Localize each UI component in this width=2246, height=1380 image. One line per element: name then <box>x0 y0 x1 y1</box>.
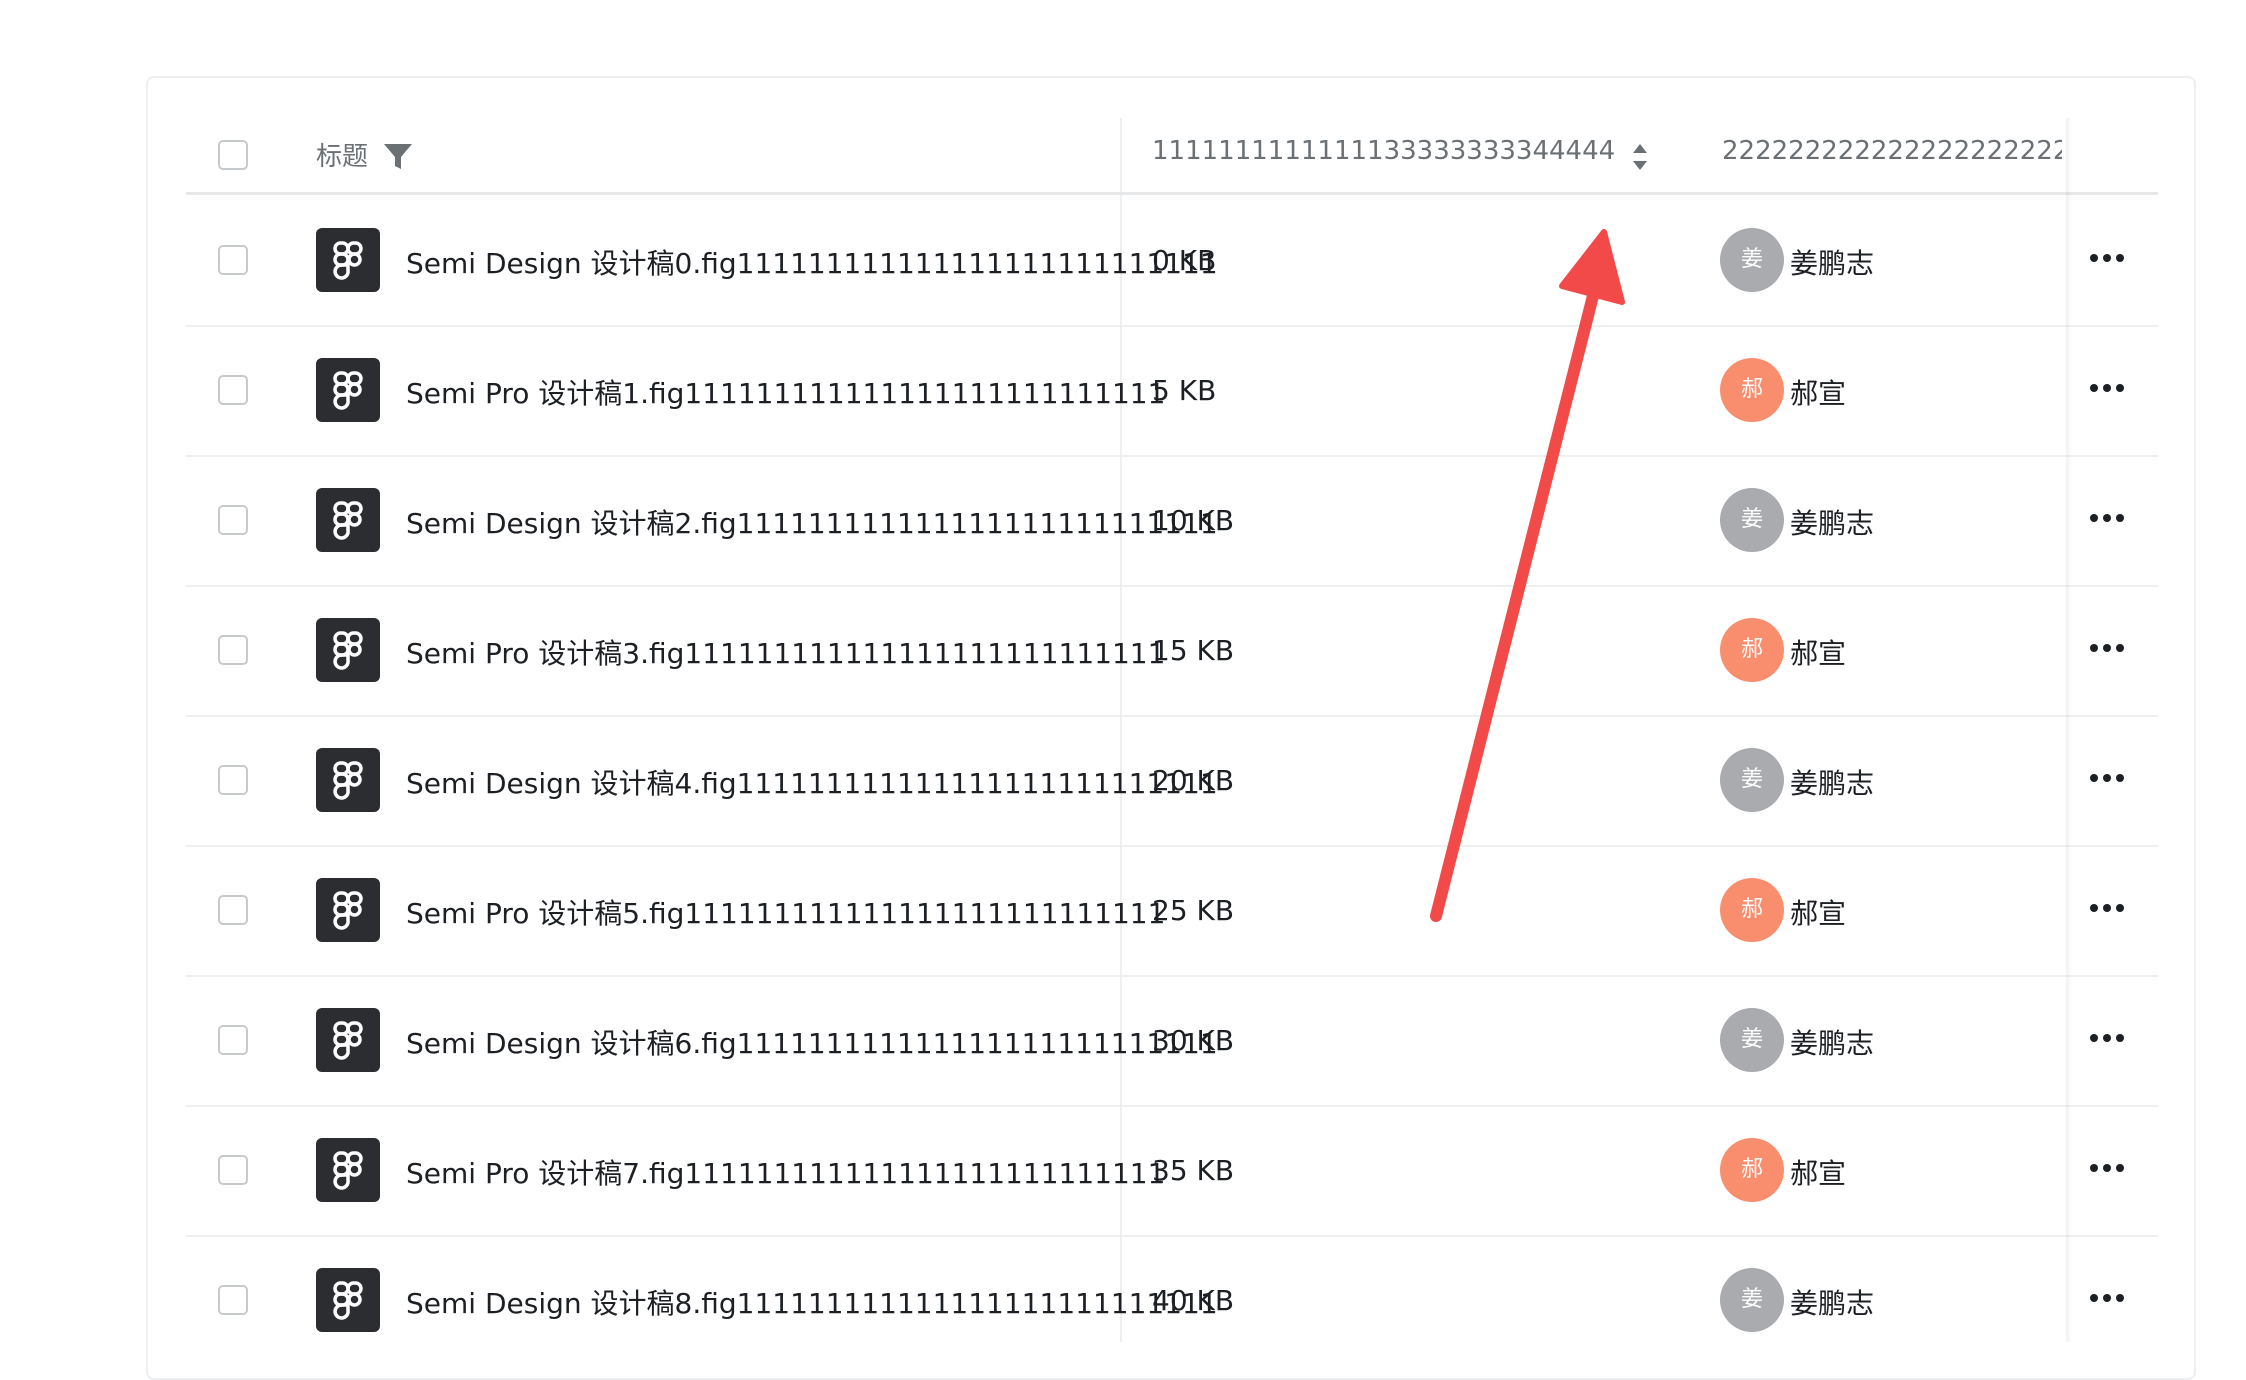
title-column-header: 标题 <box>316 142 369 172</box>
owner-name: 郝宣 <box>1790 637 1847 670</box>
sort-icon[interactable] <box>1630 140 1650 174</box>
file-title: Semi Pro 设计稿3.fig11111111111111111111111… <box>406 637 1166 670</box>
fixed-column-shadow <box>2066 118 2072 1342</box>
table-row[interactable]: Semi Pro 设计稿5.fig11111111111111111111111… <box>186 845 2158 977</box>
avatar: 姜 <box>1720 1268 1784 1332</box>
avatar: 郝 <box>1720 878 1784 942</box>
filter-icon[interactable] <box>382 142 414 172</box>
avatar: 姜 <box>1720 1008 1784 1072</box>
file-size: 35 KB <box>1152 1154 1235 1187</box>
file-title: Semi Pro 设计稿5.fig11111111111111111111111… <box>406 897 1166 930</box>
file-title: Semi Design 设计稿4.fig11111111111111111111… <box>406 767 1218 800</box>
figma-icon <box>316 748 380 812</box>
select-all-checkbox[interactable] <box>218 140 248 170</box>
row-checkbox[interactable] <box>218 1025 248 1055</box>
owner-name: 郝宣 <box>1790 377 1847 410</box>
figma-icon <box>316 1268 380 1332</box>
avatar: 郝 <box>1720 1138 1784 1202</box>
file-title: Semi Design 设计稿0.fig11111111111111111111… <box>406 247 1218 280</box>
avatar: 郝 <box>1720 618 1784 682</box>
table-row[interactable]: Semi Design 设计稿8.fig11111111111111111111… <box>186 1235 2158 1342</box>
more-icon[interactable] <box>2090 384 2126 394</box>
file-title: Semi Pro 设计稿1.fig11111111111111111111111… <box>406 377 1166 410</box>
table-row[interactable]: Semi Design 设计稿2.fig11111111111111111111… <box>186 455 2158 587</box>
row-checkbox[interactable] <box>218 1285 248 1315</box>
owner-name: 郝宣 <box>1790 897 1847 930</box>
avatar: 姜 <box>1720 488 1784 552</box>
more-icon[interactable] <box>2090 904 2126 914</box>
owner-name: 姜鹏志 <box>1790 507 1875 540</box>
avatar: 郝 <box>1720 358 1784 422</box>
owner-name: 姜鹏志 <box>1790 247 1875 280</box>
table-row[interactable]: Semi Design 设计稿6.fig11111111111111111111… <box>186 975 2158 1107</box>
more-icon[interactable] <box>2090 254 2126 264</box>
figma-icon <box>316 1008 380 1072</box>
more-icon[interactable] <box>2090 1164 2126 1174</box>
file-size: 40 KB <box>1152 1284 1235 1317</box>
size-column-header[interactable]: 1111111111111133333333344444 <box>1152 136 1615 166</box>
table-row[interactable]: Semi Design 设计稿0.fig11111111111111111111… <box>186 195 2158 327</box>
row-checkbox[interactable] <box>218 505 248 535</box>
file-table: 标题 1111111111111133333333344444 22222222… <box>186 118 2158 1342</box>
row-checkbox[interactable] <box>218 635 248 665</box>
figma-icon <box>316 358 380 422</box>
table-row[interactable]: Semi Pro 设计稿1.fig11111111111111111111111… <box>186 325 2158 457</box>
file-size: 20 KB <box>1152 764 1235 797</box>
table-header: 标题 1111111111111133333333344444 22222222… <box>186 118 2158 195</box>
owner-name: 姜鹏志 <box>1790 767 1875 800</box>
table-row[interactable]: Semi Pro 设计稿7.fig11111111111111111111111… <box>186 1105 2158 1237</box>
row-checkbox[interactable] <box>218 1155 248 1185</box>
figma-icon <box>316 228 380 292</box>
figma-icon <box>316 488 380 552</box>
row-checkbox[interactable] <box>218 375 248 405</box>
file-size: 10 KB <box>1152 504 1235 537</box>
file-size: 0 KB <box>1152 244 1217 277</box>
owner-name: 姜鹏志 <box>1790 1027 1875 1060</box>
owner-name: 郝宣 <box>1790 1157 1847 1190</box>
avatar: 姜 <box>1720 228 1784 292</box>
owner-name: 姜鹏志 <box>1790 1287 1875 1320</box>
file-title: Semi Pro 设计稿7.fig11111111111111111111111… <box>406 1157 1166 1190</box>
figma-icon <box>316 1138 380 1202</box>
file-title: Semi Design 设计稿8.fig11111111111111111111… <box>406 1287 1218 1320</box>
more-icon[interactable] <box>2090 644 2126 654</box>
more-icon[interactable] <box>2090 514 2126 524</box>
row-checkbox[interactable] <box>218 895 248 925</box>
file-title: Semi Design 设计稿2.fig11111111111111111111… <box>406 507 1218 540</box>
file-title: Semi Design 设计稿6.fig11111111111111111111… <box>406 1027 1218 1060</box>
figma-icon <box>316 618 380 682</box>
more-icon[interactable] <box>2090 1294 2126 1304</box>
file-size: 15 KB <box>1152 634 1235 667</box>
more-icon[interactable] <box>2090 774 2126 784</box>
avatar: 姜 <box>1720 748 1784 812</box>
row-checkbox[interactable] <box>218 765 248 795</box>
owner-column-header[interactable]: 2222222222222222222222222222 <box>1722 136 2062 166</box>
file-size: 30 KB <box>1152 1024 1235 1057</box>
table-row[interactable]: Semi Pro 设计稿3.fig11111111111111111111111… <box>186 585 2158 717</box>
file-size: 5 KB <box>1152 374 1217 407</box>
figma-icon <box>316 878 380 942</box>
file-size: 25 KB <box>1152 894 1235 927</box>
table-row[interactable]: Semi Design 设计稿4.fig11111111111111111111… <box>186 715 2158 847</box>
row-checkbox[interactable] <box>218 245 248 275</box>
more-icon[interactable] <box>2090 1034 2126 1044</box>
